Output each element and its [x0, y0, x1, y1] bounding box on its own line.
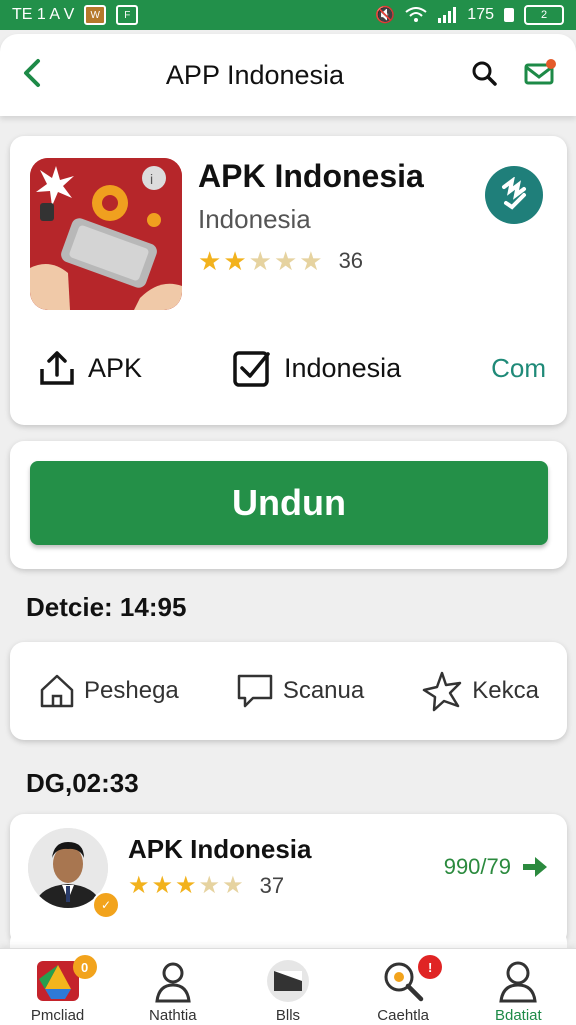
app-name: APK Indonesia	[198, 158, 424, 194]
card-icon	[266, 960, 309, 1002]
nav-label: Pmcliad	[30, 1007, 85, 1024]
tab-kekca[interactable]: Kekca	[420, 670, 539, 712]
app-icon[interactable]: i	[30, 158, 182, 310]
star-icon: ★	[222, 872, 244, 899]
svg-text:i: i	[150, 171, 153, 187]
status-left-text: TE 1 A V	[12, 6, 75, 23]
install-button[interactable]: Undun	[30, 461, 548, 545]
list-item-rating-stars: ★ ★ ★ ★ ★ 37	[128, 874, 284, 898]
app-developer[interactable]: Indonesia	[198, 204, 311, 235]
mute-icon: 🔇	[375, 7, 396, 24]
apk-label: APK	[88, 352, 143, 383]
status-bar: TE 1 A V W F 🔇 175 2	[0, 0, 576, 30]
list-item-value-text: 990/79	[443, 854, 511, 879]
app-meta-row: APK Indonesia Com	[38, 346, 546, 390]
search-icon[interactable]	[470, 59, 498, 92]
list-item-rating-count: 37	[259, 873, 285, 898]
tab-label: Peshega	[84, 677, 179, 704]
nav-item-caehtla[interactable]: ! Caehtla	[348, 949, 458, 1024]
nav-item-bdatiat[interactable]: Bdatiat	[463, 949, 573, 1024]
tabs-card: Peshega Scanua Kekca	[10, 642, 567, 740]
list-item-title: APK Indonesia	[128, 834, 312, 864]
avatar-badge-icon: ✓	[92, 891, 120, 919]
notification-icon-a: W	[84, 5, 107, 25]
mail-icon[interactable]	[524, 58, 556, 92]
com-link[interactable]: Com	[491, 353, 546, 384]
sim-icon	[504, 8, 514, 22]
tab-label: Scanua	[282, 677, 365, 704]
star-icon: ★	[198, 872, 221, 899]
star-outline-icon	[423, 671, 462, 712]
wifi-icon	[405, 7, 427, 22]
battery-icon: 2	[524, 5, 564, 25]
star-icon: ★	[151, 872, 174, 899]
app-rating-stars: ★ ★ ★ ★ ★ 36	[198, 248, 363, 274]
status-time: 175	[467, 6, 494, 23]
notification-icon-b: F	[116, 5, 139, 25]
tab-scanua[interactable]: Scanua	[235, 672, 364, 710]
install-card: Undun	[10, 441, 567, 569]
app-bar: APP Indonesia	[0, 34, 576, 116]
bottom-navigation: 0 Pmcliad Nathtia Blls ! Caehtla Bdatiat	[0, 948, 576, 1025]
page-title: APP Indonesia	[165, 59, 345, 90]
tab-label: Kekca	[472, 677, 539, 704]
nav-item-pmcliad[interactable]: 0 Pmcliad	[3, 949, 113, 1024]
section-label-details: Detcie: 14:95	[26, 592, 187, 622]
nav-label: Bdatiat	[494, 1007, 542, 1024]
signal-icon	[438, 7, 457, 23]
star-icon: ★	[223, 246, 247, 276]
chat-icon	[237, 674, 273, 708]
nav-label: Nathtia	[149, 1007, 197, 1024]
list-item[interactable]: ✓ APK Indonesia ★ ★ ★ ★ ★ 37 990/79	[10, 814, 567, 946]
list-item-value[interactable]: 990/79	[444, 854, 549, 880]
star-icon: ★	[198, 246, 222, 276]
nav-item-blls[interactable]: Blls	[233, 949, 343, 1024]
back-icon[interactable]	[20, 55, 60, 95]
nav-item-nathtia[interactable]: Nathtia	[118, 949, 228, 1024]
apk-download-meta[interactable]: APK	[38, 349, 142, 387]
nav-badge: !	[418, 955, 443, 979]
verified-badge-icon	[485, 166, 543, 224]
star-icon: ★	[248, 246, 272, 276]
app-info-card: i APK Indonesia Indonesia ★ ★ ★ ★ ★ 36 APK	[10, 136, 567, 425]
region-label: Indonesia	[284, 352, 402, 383]
region-meta[interactable]: Indonesia	[232, 348, 401, 388]
checkbox-icon	[233, 351, 270, 387]
section-label-date: DG,02:33	[26, 768, 139, 798]
upload-icon	[40, 351, 74, 385]
nav-label: Blls	[275, 1007, 301, 1024]
nav-badge: 0	[72, 955, 97, 979]
profile-icon	[499, 961, 538, 1003]
app-rating-count: 36	[338, 248, 364, 273]
star-icon: ★	[273, 246, 298, 276]
tab-peshega[interactable]: Peshega	[38, 672, 179, 710]
star-icon: ★	[175, 872, 197, 899]
star-icon: ★	[299, 246, 323, 276]
arrow-right-icon	[523, 857, 547, 877]
person-icon	[155, 962, 191, 1003]
next-list-item	[10, 930, 567, 950]
star-icon: ★	[128, 872, 150, 899]
home-icon	[40, 674, 74, 708]
nav-label: Caehtla	[377, 1007, 429, 1024]
